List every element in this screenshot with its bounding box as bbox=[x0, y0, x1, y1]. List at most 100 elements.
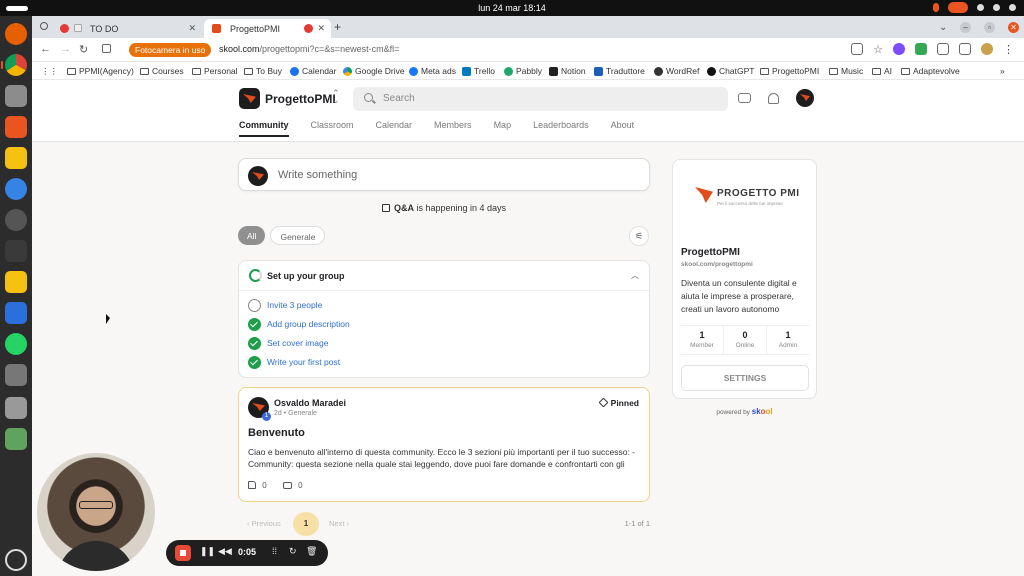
tab-members[interactable]: Members bbox=[434, 120, 472, 136]
task-label[interactable]: Set cover image bbox=[267, 338, 328, 348]
admin-stat[interactable]: 1 Admin bbox=[766, 326, 809, 354]
bookmark-folder[interactable]: Music bbox=[829, 66, 863, 76]
filter-chip-all[interactable]: All bbox=[238, 226, 266, 245]
webcam-overlay[interactable] bbox=[37, 453, 155, 571]
settings-button[interactable]: SETTINGS bbox=[681, 365, 809, 391]
chevron-up-icon[interactable]: ︿ bbox=[631, 270, 639, 281]
window-close-icon[interactable]: ✕ bbox=[1008, 22, 1019, 33]
drag-handle-icon[interactable]: ⁞⁞ bbox=[272, 546, 277, 556]
setup-header[interactable]: Set up your group ︿ bbox=[239, 261, 649, 291]
screen-record-indicator[interactable] bbox=[948, 2, 968, 13]
terminal-icon[interactable] bbox=[5, 240, 27, 262]
tab-map[interactable]: Map bbox=[494, 120, 512, 136]
group-logo[interactable] bbox=[239, 88, 260, 109]
tab-progettopmi[interactable]: ProgettoPMI ✕ bbox=[204, 19, 331, 38]
post-title[interactable]: Benvenuto bbox=[248, 427, 305, 439]
maximize-icon[interactable]: ▫ bbox=[984, 22, 995, 33]
tab-todo[interactable]: TO DO ✕ bbox=[54, 19, 202, 38]
chat-icon[interactable] bbox=[738, 93, 751, 103]
rewind-icon[interactable]: ◀◀ bbox=[218, 546, 232, 557]
like-icon[interactable] bbox=[248, 481, 256, 489]
online-stat[interactable]: 0 Online bbox=[723, 326, 766, 354]
firefox-icon[interactable] bbox=[5, 23, 27, 45]
user-avatar[interactable] bbox=[796, 89, 814, 107]
bookmark-link[interactable]: Pabbly bbox=[504, 66, 542, 76]
pause-icon[interactable]: ❚❚ bbox=[200, 546, 215, 557]
help-icon[interactable] bbox=[5, 178, 27, 200]
sort-filter-icon[interactable]: ⚟ bbox=[629, 226, 649, 246]
reload-icon[interactable]: ↻ bbox=[79, 43, 88, 56]
extension-icon[interactable] bbox=[893, 43, 905, 55]
tab-calendar[interactable]: Calendar bbox=[376, 120, 413, 136]
forward-arrow-icon[interactable]: → bbox=[60, 43, 71, 55]
bookmark-folder[interactable]: Courses bbox=[140, 66, 184, 76]
bookmark-link[interactable]: ChatGPT bbox=[707, 66, 754, 76]
bookmark-folder[interactable]: AI bbox=[872, 66, 892, 76]
bookmark-folder[interactable]: ProgettoPMI bbox=[760, 66, 819, 76]
powered-by-skool[interactable]: powered by skool bbox=[672, 407, 817, 416]
post-author[interactable]: Osvaldo Maradei bbox=[274, 398, 346, 408]
side-panel-icon[interactable] bbox=[959, 43, 971, 55]
members-stat[interactable]: 1 Member bbox=[681, 326, 723, 354]
group-name[interactable]: ProgettoPMI bbox=[265, 92, 336, 106]
bookmark-folder[interactable]: To Buy bbox=[244, 66, 282, 76]
tab-about[interactable]: About bbox=[611, 120, 635, 136]
restart-icon[interactable]: ↻ bbox=[289, 546, 297, 557]
text-editor-icon[interactable] bbox=[5, 147, 27, 169]
new-tab-icon[interactable]: + bbox=[334, 20, 341, 34]
calculator-icon[interactable] bbox=[5, 271, 27, 293]
tab-community[interactable]: Community bbox=[239, 120, 289, 137]
tab-search-icon[interactable] bbox=[40, 22, 48, 30]
bookmark-folder[interactable]: Adaptevolve bbox=[901, 66, 960, 76]
bookmark-link[interactable]: Trello bbox=[462, 66, 495, 76]
system-tray[interactable] bbox=[933, 2, 1016, 13]
group-switcher-chevron-icon[interactable]: ⌃ ⌄ bbox=[332, 89, 340, 105]
camera-in-use-badge[interactable]: Fotocamera in uso bbox=[129, 43, 212, 57]
stop-recording-button[interactable] bbox=[175, 545, 191, 561]
minimize-icon[interactable]: – bbox=[960, 22, 971, 33]
extensions-puzzle-icon[interactable] bbox=[937, 43, 949, 55]
task-label[interactable]: Invite 3 people bbox=[267, 300, 322, 310]
pinned-post-card[interactable]: 1 Osvaldo Maradei 2d • Generale Pinned B… bbox=[238, 387, 650, 502]
bookmark-link[interactable]: WordRef bbox=[654, 66, 699, 76]
upcoming-event-banner[interactable]: Q&A is happening in 4 days bbox=[238, 203, 650, 213]
menu-kebab-icon[interactable]: ⋮ bbox=[1003, 43, 1014, 56]
notification-bell-icon[interactable] bbox=[768, 93, 779, 104]
back-arrow-icon[interactable]: ← bbox=[40, 43, 51, 55]
search-input[interactable]: Search bbox=[353, 87, 728, 111]
app-center-icon[interactable] bbox=[5, 116, 27, 138]
bookmark-link[interactable]: Google Drive bbox=[343, 66, 405, 76]
chrome-icon[interactable] bbox=[5, 54, 27, 76]
bookmark-link[interactable]: Traduttore bbox=[594, 66, 645, 76]
bookmark-folder[interactable]: Personal bbox=[192, 66, 238, 76]
more-bookmarks-chevron-icon[interactable]: » bbox=[1000, 66, 1005, 76]
group-url[interactable]: skool.com/progettopmi bbox=[681, 261, 753, 268]
comment-icon[interactable] bbox=[282, 482, 292, 489]
bookmark-star-icon[interactable]: ☆ bbox=[873, 43, 883, 56]
clock-app-icon[interactable] bbox=[5, 209, 27, 231]
apps-grid-icon[interactable]: ⋮⋮ bbox=[41, 66, 58, 77]
bookmark-link[interactable]: Calendar bbox=[290, 66, 337, 76]
magnifier-icon[interactable] bbox=[5, 364, 27, 386]
trash-icon[interactable] bbox=[5, 428, 27, 450]
filter-chip-generale[interactable]: Generale bbox=[270, 226, 326, 245]
previous-page-button[interactable]: ‹ Previous bbox=[247, 519, 281, 528]
address-bar[interactable]: skool.com/progettopmi?c=&s=newest-cm&fl= bbox=[219, 44, 399, 54]
whatsapp-icon[interactable] bbox=[5, 333, 27, 355]
page-number[interactable]: 1 bbox=[293, 512, 319, 536]
translate-icon[interactable] bbox=[851, 43, 864, 55]
bookmark-link[interactable]: Meta ads bbox=[409, 66, 456, 76]
sheets-extension-icon[interactable] bbox=[915, 43, 927, 55]
delete-icon[interactable]: 🗑 bbox=[306, 546, 317, 557]
profile-avatar[interactable] bbox=[981, 43, 993, 55]
tab-classroom[interactable]: Classroom bbox=[311, 120, 354, 136]
task-label[interactable]: Write your first post bbox=[267, 357, 340, 367]
show-apps-icon[interactable] bbox=[5, 549, 27, 571]
files-icon[interactable] bbox=[5, 85, 27, 107]
close-icon[interactable]: ✕ bbox=[188, 23, 196, 34]
bookmark-link[interactable]: Notion bbox=[549, 66, 586, 76]
drive-icon[interactable] bbox=[5, 397, 27, 419]
site-settings-icon[interactable] bbox=[102, 44, 111, 53]
system-clock[interactable]: lun 24 mar 18:14 bbox=[0, 3, 1024, 13]
tab-leaderboards[interactable]: Leaderboards bbox=[533, 120, 589, 136]
